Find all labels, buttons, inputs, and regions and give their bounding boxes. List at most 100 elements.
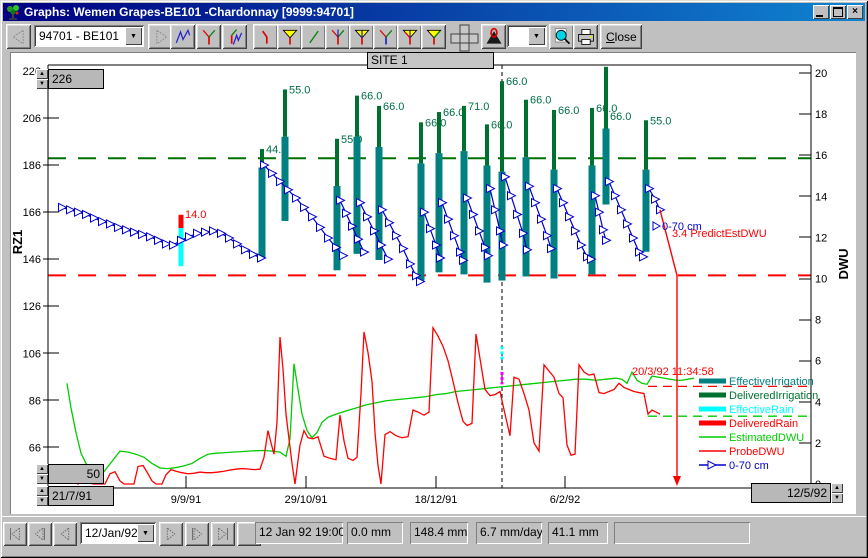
svg-text:8: 8 bbox=[815, 315, 821, 327]
site-combo-arrow-icon[interactable]: ▼ bbox=[125, 27, 142, 45]
svg-text:14: 14 bbox=[815, 191, 827, 203]
graph-irrigation-button[interactable] bbox=[196, 24, 221, 49]
y-blue-stem-icon bbox=[379, 29, 392, 44]
current-date-combo[interactable]: 12/Jan/92 ▼ bbox=[80, 522, 156, 544]
delivered-irrigation-bar bbox=[377, 105, 381, 147]
status-amount: 41.1 mm bbox=[548, 522, 608, 544]
status-message bbox=[614, 522, 750, 544]
delivered-irrigation-bar bbox=[283, 89, 287, 137]
yellow-funnel-icon bbox=[281, 29, 298, 44]
chart-panel[interactable]: 44.0 55.0 55.0 66.0 66.0 66.0 66.0 71.0 66.0 66.0… bbox=[10, 52, 856, 514]
delivered-irrigation-bar bbox=[604, 66, 608, 129]
prev-page-button[interactable] bbox=[28, 522, 52, 546]
rz1-max-spinner[interactable]: ▲ ▼ 226 bbox=[36, 69, 104, 89]
svg-text:6: 6 bbox=[815, 356, 821, 368]
main-toolbar: 94701 - BE101 ▼ ▼ Close bbox=[2, 21, 866, 52]
soil-series bbox=[58, 160, 666, 287]
next-page-button[interactable] bbox=[185, 522, 209, 546]
graph-y-rgb-button[interactable] bbox=[325, 24, 350, 49]
close-icon: × bbox=[852, 6, 858, 17]
scroll-left-button[interactable] bbox=[6, 24, 31, 49]
delivered-irrigation-bar bbox=[335, 138, 339, 187]
minimize-button[interactable] bbox=[813, 5, 829, 19]
home-button[interactable] bbox=[481, 24, 506, 49]
graph-funnel-multi-button[interactable] bbox=[397, 24, 422, 49]
spin-down-icon[interactable]: ▼ bbox=[36, 474, 48, 484]
svg-text:186: 186 bbox=[23, 160, 41, 172]
y-red-green-icon bbox=[202, 29, 215, 44]
site-header-label: SITE 1 bbox=[371, 53, 408, 67]
spin-up-icon[interactable]: ▲ bbox=[36, 464, 48, 474]
predict-line bbox=[659, 209, 681, 486]
delivered-irrigation-bar bbox=[437, 112, 441, 154]
spin-up-icon[interactable]: ▲ bbox=[831, 483, 843, 493]
pan-pad-button[interactable] bbox=[449, 22, 479, 52]
rz1-max-value[interactable]: 226 bbox=[48, 69, 104, 89]
date-start-value[interactable]: 21/7/91 bbox=[48, 486, 114, 506]
date-start-spin-arrows[interactable]: ▲ ▼ bbox=[36, 486, 48, 506]
window-title: Graphs: Wemen Grapes-BE101 -Chardonnay [… bbox=[24, 5, 354, 19]
site-combo[interactable]: 94701 - BE101 ▼ bbox=[34, 25, 144, 47]
status-datetime: 12 Jan 92 19:00 bbox=[255, 522, 343, 544]
svg-text:DWU: DWU bbox=[836, 248, 851, 279]
svg-text:55.0: 55.0 bbox=[289, 84, 310, 96]
svg-text:14.0: 14.0 bbox=[185, 209, 206, 221]
first-day-icon bbox=[10, 527, 20, 541]
graph-soil-line-button[interactable] bbox=[170, 24, 195, 49]
rz1-min-spinner[interactable]: ▲ ▼ 50 bbox=[36, 464, 104, 484]
prev-day-button[interactable] bbox=[53, 522, 77, 546]
soil-label-annotation: 0-70 cm bbox=[652, 221, 702, 233]
svg-text:86: 86 bbox=[29, 395, 41, 407]
svg-text:9/9/91: 9/9/91 bbox=[171, 494, 202, 506]
svg-text:66.0: 66.0 bbox=[558, 105, 579, 117]
rz1-min-spin-arrows[interactable]: ▲ ▼ bbox=[36, 464, 48, 484]
graph-funnel-blue-button[interactable] bbox=[349, 24, 374, 49]
last-day-button[interactable] bbox=[211, 522, 235, 546]
spin-down-icon[interactable]: ▼ bbox=[36, 79, 48, 89]
zoom-button[interactable] bbox=[549, 24, 574, 49]
zoom-combo[interactable]: ▼ bbox=[507, 25, 547, 47]
rz1-min-value[interactable]: 50 bbox=[48, 464, 104, 484]
next-day-button[interactable] bbox=[159, 522, 183, 546]
graph-estimated-button[interactable] bbox=[301, 24, 326, 49]
last-day-icon bbox=[218, 527, 228, 541]
delivered-irrigation-bar bbox=[500, 81, 504, 172]
graph-funnel-green-button[interactable] bbox=[421, 24, 446, 49]
app-icon bbox=[5, 4, 21, 20]
close-window-button[interactable]: × bbox=[847, 5, 863, 19]
date-end-spinner[interactable]: 12/5/92 ▲ ▼ bbox=[751, 483, 843, 503]
reference-lines bbox=[48, 157, 811, 277]
graph-rain-button[interactable] bbox=[253, 24, 278, 49]
graph-combined-button[interactable] bbox=[222, 24, 247, 49]
maximize-button[interactable] bbox=[830, 5, 846, 19]
magnifier-icon bbox=[554, 27, 570, 44]
date-end-value[interactable]: 12/5/92 bbox=[751, 483, 831, 503]
spin-up-icon[interactable]: ▲ bbox=[36, 486, 48, 496]
svg-text:71.0: 71.0 bbox=[468, 101, 489, 113]
minimize-icon bbox=[816, 15, 823, 17]
zoom-combo-arrow-icon[interactable]: ▼ bbox=[528, 27, 545, 45]
current-date-value: 12/Jan/92 bbox=[85, 526, 137, 540]
spin-down-icon[interactable]: ▼ bbox=[36, 496, 48, 506]
graph-y-blue-stem-button[interactable] bbox=[373, 24, 398, 49]
date-end-spin-arrows[interactable]: ▲ ▼ bbox=[831, 483, 843, 503]
date-start-spinner[interactable]: ▲ ▼ 21/7/91 bbox=[36, 486, 114, 506]
effective-irrigation-bar bbox=[417, 163, 425, 281]
svg-text:18: 18 bbox=[815, 109, 827, 121]
rz1-max-spin-arrows[interactable]: ▲ ▼ bbox=[36, 69, 48, 89]
delivered-irrigation-bar bbox=[485, 124, 489, 166]
current-date-arrow-icon[interactable]: ▼ bbox=[137, 524, 154, 542]
irrigation-bars: 44.055.055.066.066.066.066.071.066.066.0… bbox=[258, 66, 671, 283]
spin-up-icon[interactable]: ▲ bbox=[36, 69, 48, 79]
site-header: SITE 1 bbox=[367, 52, 494, 69]
first-day-button[interactable] bbox=[3, 522, 27, 546]
delivered-irrigation-bar bbox=[644, 120, 648, 170]
svg-text:20/3/92 11:34:58: 20/3/92 11:34:58 bbox=[632, 366, 714, 378]
svg-text:106: 106 bbox=[23, 348, 41, 360]
spin-down-icon[interactable]: ▼ bbox=[831, 493, 843, 503]
delivered-irrigation-bar bbox=[462, 105, 466, 152]
graph-funnel-button[interactable] bbox=[277, 24, 302, 49]
chart-canvas[interactable]: 44.055.055.066.066.066.066.071.066.066.0… bbox=[10, 52, 856, 514]
close-button[interactable]: Close bbox=[600, 24, 642, 49]
print-button[interactable] bbox=[573, 24, 598, 49]
